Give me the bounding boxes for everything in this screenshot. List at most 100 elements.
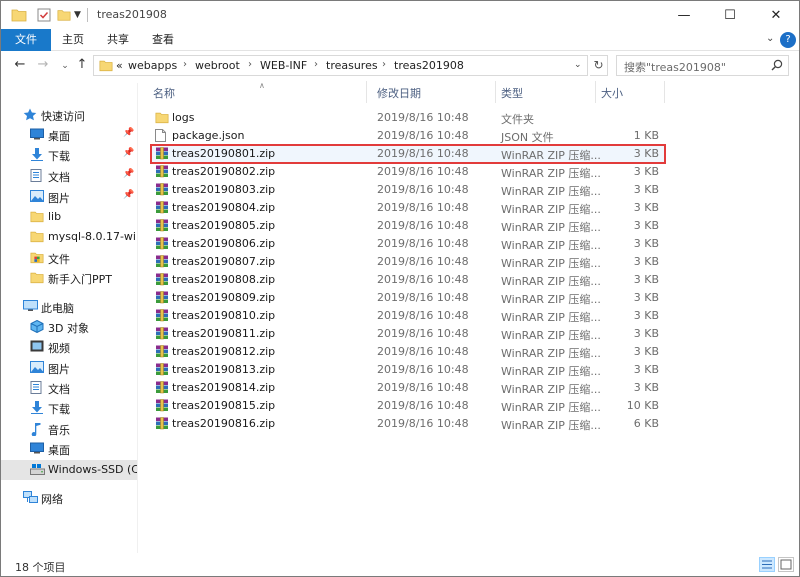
breadcrumb-overflow[interactable]: «	[116, 59, 123, 72]
column-header-size[interactable]: 大小	[601, 85, 623, 103]
refresh-button[interactable]: ↻	[590, 55, 608, 76]
file-size: 6 KB	[633, 417, 659, 430]
tab-file[interactable]: 文件	[1, 29, 51, 51]
column-divider[interactable]	[366, 81, 367, 103]
sidebar-item[interactable]: 文档 📌	[1, 166, 137, 186]
file-row[interactable]: treas20190810.zip 2019/8/16 10:48 WinRAR Z…	[151, 307, 665, 325]
address-bar[interactable]: « webapps › webroot › WEB-INF › treasure…	[93, 55, 588, 76]
up-button[interactable]: ↑	[73, 56, 91, 74]
sidebar-item[interactable]: 此电脑	[1, 297, 137, 317]
search-input[interactable]: 搜索"treas201908"	[616, 55, 789, 76]
winrar-icon	[155, 345, 169, 361]
expand-ribbon-icon[interactable]: ⌄	[766, 33, 774, 44]
sidebar-item[interactable]: 桌面 📌	[1, 125, 137, 145]
explorer-window: ▼ treas201908 — ☐ ✕ 文件 主页 共享 查看 ⌄ ? ← → …	[0, 0, 800, 577]
sidebar-item[interactable]: 网络	[1, 488, 137, 508]
quick-access-dropdown-icon[interactable]: ▼	[74, 7, 81, 23]
pin-icon[interactable]: 📌	[123, 169, 134, 179]
file-row[interactable]: treas20190801.zip 2019/8/16 10:48 WinRAR Z…	[150, 144, 666, 164]
large-icons-view-button[interactable]	[778, 557, 794, 572]
pin-icon[interactable]: 📌	[123, 148, 134, 158]
file-row[interactable]: treas20190813.zip 2019/8/16 10:48 WinRAR Z…	[151, 361, 665, 379]
sidebar-item[interactable]: 下载	[1, 398, 137, 418]
file-size: 3 KB	[633, 273, 659, 286]
file-name: logs	[172, 111, 195, 124]
column-divider[interactable]	[664, 81, 665, 103]
breadcrumb-webroot[interactable]: webroot	[195, 59, 240, 72]
breadcrumb-separator-icon[interactable]: ›	[183, 59, 187, 70]
file-row[interactable]: treas20190805.zip 2019/8/16 10:48 WinRAR Z…	[151, 217, 665, 235]
file-row[interactable]: treas20190811.zip 2019/8/16 10:48 WinRAR Z…	[151, 325, 665, 343]
file-row[interactable]: treas20190804.zip 2019/8/16 10:48 WinRAR Z…	[151, 199, 665, 217]
file-row[interactable]: treas20190807.zip 2019/8/16 10:48 WinRAR Z…	[151, 253, 665, 271]
file-size: 3 KB	[633, 165, 659, 178]
sidebar-item[interactable]: Windows-SSD (C:)	[1, 460, 137, 480]
winrar-icon	[155, 273, 169, 289]
file-row[interactable]: treas20190815.zip 2019/8/16 10:48 WinRAR Z…	[151, 397, 665, 415]
sidebar-item[interactable]: 快速访问	[1, 105, 137, 125]
winrar-icon	[155, 291, 169, 307]
file-row[interactable]: treas20190806.zip 2019/8/16 10:48 WinRAR Z…	[151, 235, 665, 253]
file-name: treas20190809.zip	[172, 291, 276, 304]
sidebar-item[interactable]: 新手入门PPT	[1, 268, 137, 288]
file-row[interactable]: treas20190816.zip 2019/8/16 10:48 WinRAR Z…	[151, 415, 665, 433]
sidebar-item[interactable]: 桌面	[1, 439, 137, 459]
file-row[interactable]: treas20190814.zip 2019/8/16 10:48 WinRAR Z…	[151, 379, 665, 397]
tab-share[interactable]: 共享	[97, 29, 139, 51]
sidebar-item[interactable]: 文档	[1, 378, 137, 398]
column-divider[interactable]	[495, 81, 496, 103]
breadcrumb-separator-icon[interactable]: ›	[248, 59, 252, 70]
search-icon[interactable]	[771, 59, 783, 74]
file-row[interactable]: treas20190809.zip 2019/8/16 10:48 WinRAR Z…	[151, 289, 665, 307]
properties-icon[interactable]	[37, 7, 51, 23]
column-header-type[interactable]: 类型	[501, 85, 523, 103]
folder-icon[interactable]	[11, 7, 27, 23]
column-divider[interactable]	[595, 81, 596, 103]
forward-button[interactable]: →	[34, 56, 52, 74]
details-view-button[interactable]	[759, 557, 775, 572]
file-type: WinRAR ZIP 压缩...	[501, 401, 601, 414]
breadcrumb-separator-icon[interactable]: ›	[314, 59, 318, 70]
sidebar-item[interactable]: mysql-8.0.17-winx	[1, 227, 137, 247]
column-header-name[interactable]: 名称	[153, 85, 175, 103]
file-row[interactable]: treas20190812.zip 2019/8/16 10:48 WinRAR Z…	[151, 343, 665, 361]
file-row[interactable]: treas20190802.zip 2019/8/16 10:48 WinRAR Z…	[151, 163, 665, 181]
pin-icon[interactable]: 📌	[123, 128, 134, 138]
close-button[interactable]: ✕	[753, 1, 799, 29]
sidebar-item[interactable]: 3D 对象	[1, 317, 137, 337]
sidebar-item[interactable]: 音乐	[1, 419, 137, 439]
tab-view[interactable]: 查看	[143, 29, 183, 51]
back-button[interactable]: ←	[11, 56, 29, 74]
sidebar-item[interactable]: 文件	[1, 248, 137, 268]
minimize-button[interactable]: —	[661, 1, 707, 29]
pin-icon[interactable]: 📌	[123, 190, 134, 200]
breadcrumb-treasures[interactable]: treasures	[326, 59, 378, 72]
column-header-date[interactable]: 修改日期	[377, 85, 421, 103]
file-type: WinRAR ZIP 压缩...	[501, 293, 601, 306]
file-row[interactable]: logs 2019/8/16 10:48 文件夹	[151, 109, 665, 127]
sidebar-item[interactable]: 下载 📌	[1, 145, 137, 165]
sidebar-item[interactable]: 视频	[1, 337, 137, 357]
new-folder-icon[interactable]	[57, 7, 71, 23]
sidebar-item[interactable]: 图片	[1, 358, 137, 378]
sidebar-item[interactable]: 图片 📌	[1, 187, 137, 207]
breadcrumb-web-inf[interactable]: WEB-INF	[260, 59, 307, 72]
file-size: 3 KB	[633, 363, 659, 376]
tab-home[interactable]: 主页	[53, 29, 93, 51]
recent-locations-button[interactable]: ⌄	[56, 57, 74, 75]
sidebar-item[interactable]: lib	[1, 207, 137, 227]
sidebar-item-label: 文档	[48, 171, 70, 184]
address-dropdown-icon[interactable]: ⌄	[574, 60, 582, 70]
download-icon	[30, 148, 44, 164]
sidebar-item-label: 桌面	[48, 444, 70, 457]
maximize-button[interactable]: ☐	[707, 1, 753, 29]
breadcrumb-treas201908[interactable]: treas201908	[394, 59, 464, 72]
help-icon[interactable]: ?	[780, 32, 796, 48]
file-row[interactable]: treas20190808.zip 2019/8/16 10:48 WinRAR Z…	[151, 271, 665, 289]
breadcrumb-separator-icon[interactable]: ›	[382, 59, 386, 70]
file-row[interactable]: treas20190803.zip 2019/8/16 10:48 WinRAR Z…	[151, 181, 665, 199]
file-size: 3 KB	[633, 201, 659, 214]
breadcrumb-webapps[interactable]: webapps	[128, 59, 177, 72]
file-type: WinRAR ZIP 压缩...	[501, 365, 601, 378]
file-row[interactable]: package.json 2019/8/16 10:48 JSON 文件 1 KB	[151, 127, 665, 145]
